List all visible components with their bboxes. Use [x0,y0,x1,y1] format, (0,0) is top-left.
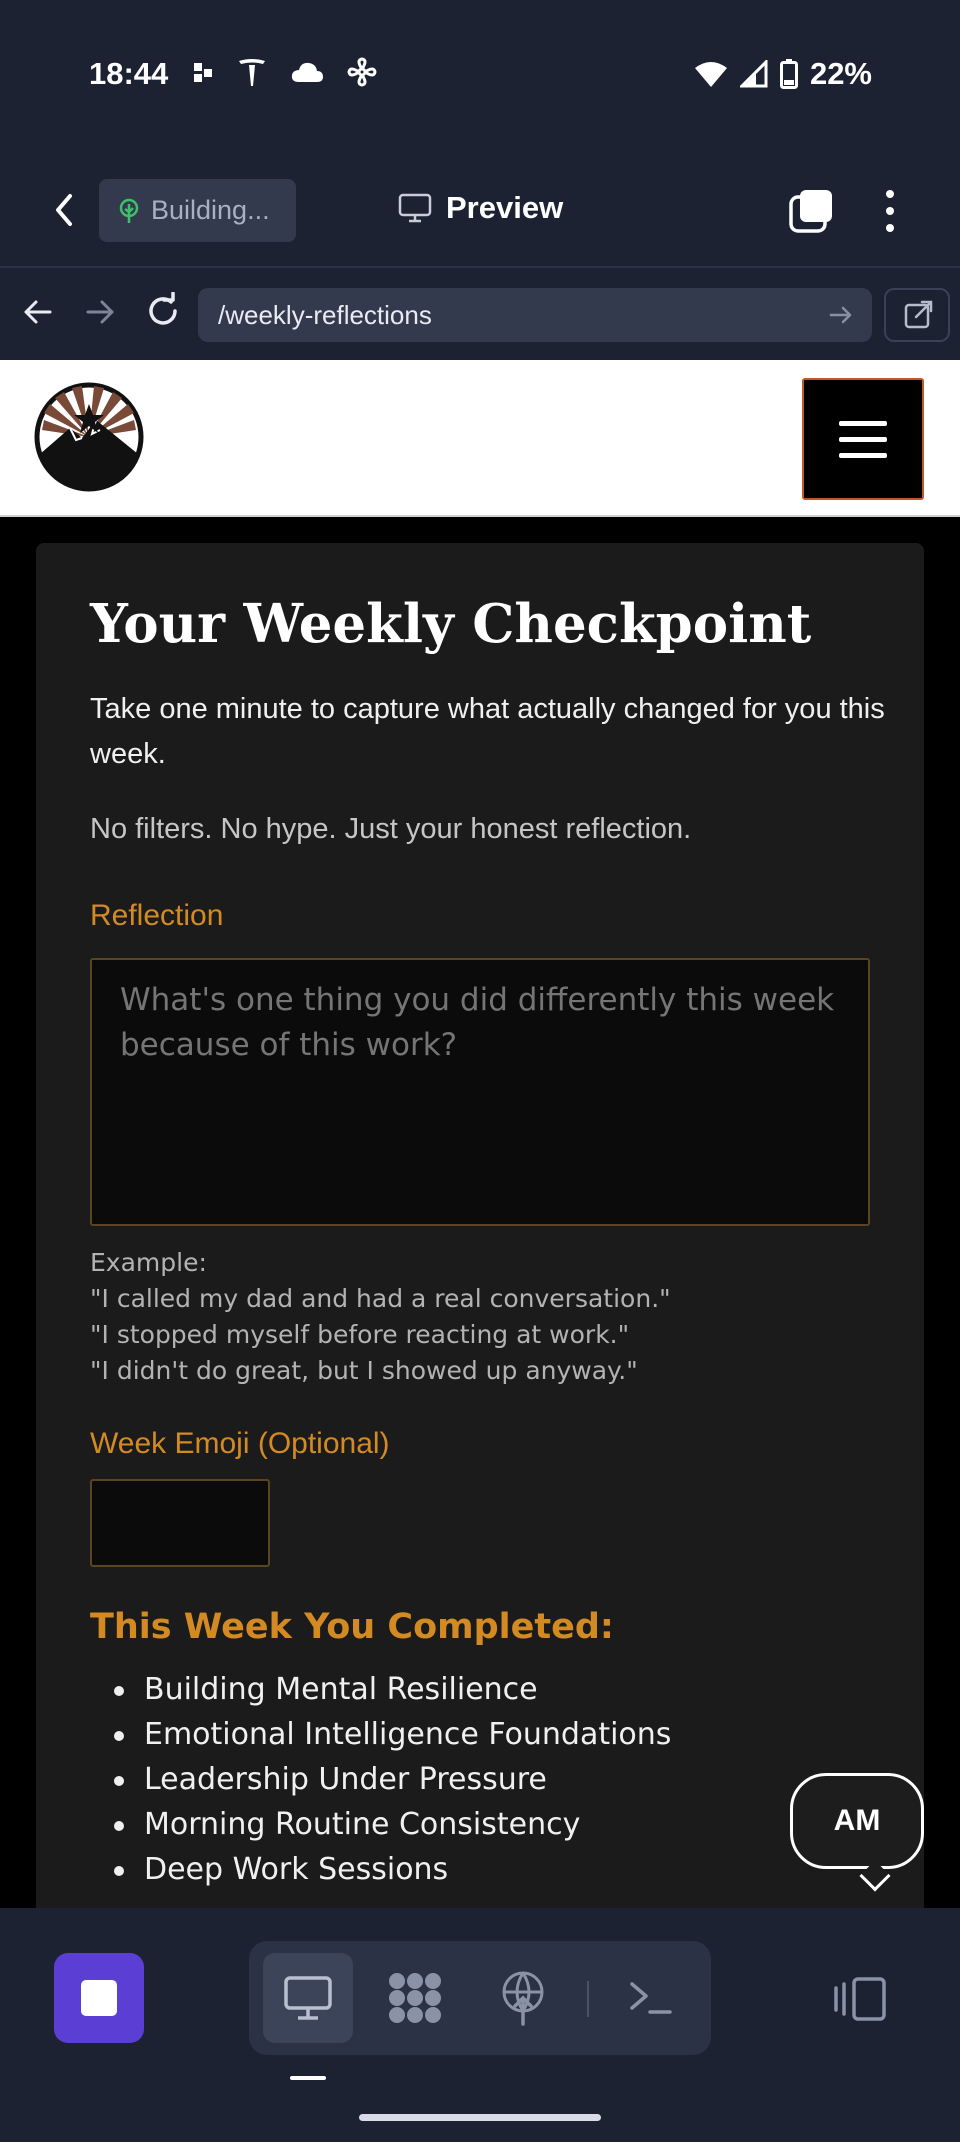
url-bar: /weekly-reflections [0,270,960,360]
checkpoint-card: Your Weekly Checkpoint Take one minute t… [36,543,924,1908]
wifi-icon [694,62,727,87]
arrow-left-icon[interactable] [20,294,56,330]
side-panel-icon[interactable] [832,1976,888,2022]
pinwheel-icon [347,57,377,87]
app-top-bar: Building... Preview [0,150,960,268]
site-header [0,360,960,517]
battery-percent: 22% [809,56,872,91]
list-item: Leadership Under Pressure [90,1757,671,1802]
example-line: "I stopped myself before reacting at wor… [90,1320,630,1349]
avatar-chat-bubble[interactable]: AM [790,1773,924,1869]
bottom-toolbar [0,1908,960,2142]
signal-icon [739,60,768,88]
menu-line [839,420,887,426]
list-item: Emotional Intelligence Foundations [90,1712,671,1757]
list-item: Morning Routine Consistency [90,1802,671,1847]
home-indicator[interactable] [359,2114,601,2121]
view-switcher [249,1941,711,2055]
list-item: Building Mental Resilience [90,1667,671,1712]
open-external-button[interactable] [884,288,950,342]
notification-dots-icon [194,63,212,82]
cloud-icon [291,62,323,82]
example-text: Example: "I called my dad and had a real… [90,1245,671,1389]
globe-upload-icon [502,1971,544,2026]
completed-list: Building Mental Resilience Emotional Int… [90,1667,671,1892]
go-arrow-icon[interactable] [828,302,854,328]
preview-label: Preview [446,190,564,225]
page-title: Your Weekly Checkpoint [90,593,812,655]
grid-blobs-icon [389,1973,441,2023]
more-vertical-icon[interactable] [874,186,906,236]
menu-line [839,436,887,442]
mountain-star-logo[interactable] [34,382,144,492]
list-item: Deep Work Sessions [90,1847,671,1892]
example-line: "I didn't do great, but I showed up anyw… [90,1356,638,1385]
status-time: 18:44 [89,56,169,91]
deploy-view-button[interactable] [478,1953,568,2043]
emoji-input[interactable] [90,1479,270,1567]
active-tab-indicator [290,2076,326,2080]
emoji-label: Week Emoji (Optional) [90,1427,390,1460]
back-chevron-icon[interactable] [44,186,84,234]
monitor-icon [284,1976,332,2020]
url-field[interactable]: /weekly-reflections [198,288,872,342]
building-label: Building... [151,195,270,225]
terminal-view-button[interactable] [606,1953,696,2043]
completed-title: This Week You Completed: [90,1607,614,1647]
tabs-icon[interactable] [788,188,834,234]
stop-button[interactable] [54,1953,144,2043]
tesla-icon [239,59,265,86]
example-line: "I called my dad and had a real conversa… [90,1284,671,1313]
external-link-icon [904,300,933,329]
url-text: /weekly-reflections [218,299,432,330]
stop-icon [81,1980,117,2016]
menu-line [839,452,887,458]
toolbar-divider [587,1981,589,2017]
menu-button[interactable] [802,378,924,500]
page-subtitle: Take one minute to capture what actually… [90,693,885,770]
tree-icon [119,198,139,223]
arrow-right-icon[interactable] [82,294,118,330]
reload-icon[interactable] [144,292,182,330]
preview-title[interactable]: Preview [398,190,563,226]
components-view-button[interactable] [370,1953,460,2043]
monitor-icon [398,193,432,223]
reflection-label: Reflection [90,899,224,932]
web-page: Your Weekly Checkpoint Take one minute t… [0,360,960,1908]
reflection-textarea[interactable] [90,958,870,1226]
example-line: Example: [90,1248,207,1277]
status-right: 22% [694,56,872,92]
status-left-icons [192,56,378,88]
battery-icon [779,59,798,89]
status-bar: 18:44 22% [0,0,960,150]
desktop-view-button[interactable] [263,1953,353,2043]
building-status-chip[interactable]: Building... [99,179,296,242]
page-note: No filters. No hype. Just your honest re… [90,813,692,845]
terminal-icon [630,1982,672,2014]
